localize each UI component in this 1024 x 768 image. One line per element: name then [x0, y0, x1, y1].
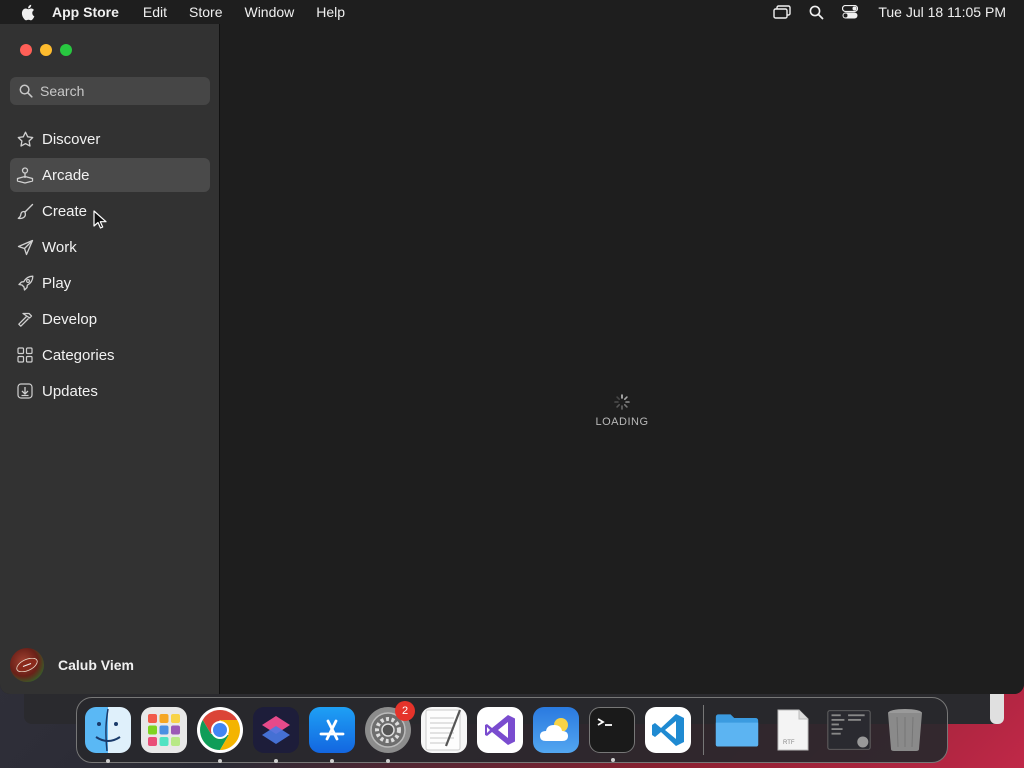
- dock-app-store[interactable]: [309, 707, 355, 763]
- sidebar-item-label: Create: [42, 202, 88, 220]
- window-controls: [20, 44, 80, 56]
- sidebar-item-arcade[interactable]: Arcade: [10, 158, 210, 192]
- maximize-button[interactable]: [60, 44, 72, 56]
- dock: 2 RTF: [76, 697, 948, 763]
- dock-system-settings[interactable]: 2: [365, 701, 415, 763]
- dock-terminal[interactable]: [589, 707, 635, 762]
- terminal-icon: [597, 718, 612, 726]
- apple-menu-icon[interactable]: [18, 3, 36, 21]
- launchpad-icon: [148, 714, 180, 746]
- vscode-icon: [652, 714, 684, 746]
- dock-separator: [703, 705, 704, 755]
- sidebar-item-discover[interactable]: Discover: [10, 122, 210, 156]
- dock-screenshot-stack[interactable]: [826, 707, 872, 753]
- dock-finder[interactable]: [85, 707, 131, 763]
- menu-window[interactable]: Window: [244, 4, 294, 20]
- search-field[interactable]: [10, 77, 210, 105]
- sidebar: Discover Arcade Create Work: [0, 24, 220, 694]
- textedit-icon: [425, 709, 462, 751]
- menu-app-name[interactable]: App Store: [52, 4, 119, 20]
- dock-shortcuts[interactable]: [253, 707, 299, 763]
- dock-textedit[interactable]: [421, 707, 467, 753]
- menu-edit[interactable]: Edit: [143, 4, 167, 20]
- sidebar-item-categories[interactable]: Categories: [10, 338, 210, 372]
- loading-label: LOADING: [595, 416, 649, 428]
- sidebar-item-label: Develop: [42, 310, 98, 328]
- sidebar-item-updates[interactable]: Updates: [10, 374, 210, 408]
- running-indicator: [611, 758, 615, 762]
- running-indicator: [218, 759, 222, 763]
- dock-folder[interactable]: [714, 707, 760, 753]
- sidebar-item-work[interactable]: Work: [10, 230, 210, 264]
- joystick-icon: [16, 166, 34, 184]
- main-content: LOADING: [221, 24, 1024, 694]
- search-icon: [19, 84, 33, 98]
- rocket-icon: [16, 274, 34, 292]
- visual-studio-icon: [485, 715, 515, 745]
- dock-chrome[interactable]: [197, 707, 243, 763]
- screenshot-stack-icon: [827, 710, 871, 750]
- sidebar-item-label: Arcade: [42, 166, 90, 184]
- star-icon: [16, 130, 34, 148]
- sidebar-item-label: Work: [42, 238, 77, 256]
- search-input[interactable]: [40, 83, 200, 99]
- grid-icon: [16, 346, 34, 364]
- dock-rtf-document[interactable]: RTF: [770, 707, 816, 753]
- shortcuts-icon: [262, 716, 290, 744]
- folder-icon: [715, 714, 759, 747]
- user-account[interactable]: Calub Viem: [10, 648, 134, 682]
- user-name: Calub Viem: [58, 657, 134, 673]
- hammer-icon: [16, 310, 34, 328]
- sidebar-item-label: Updates: [42, 382, 98, 400]
- trash-icon: [888, 709, 922, 751]
- background-window-edge: [990, 694, 1004, 724]
- weather-icon: [540, 718, 568, 741]
- finder-icon: [95, 708, 121, 752]
- paper-plane-icon: [16, 238, 34, 256]
- running-indicator: [330, 759, 334, 763]
- avatar: [10, 648, 44, 682]
- sidebar-item-play[interactable]: Play: [10, 266, 210, 300]
- dock-vscode[interactable]: [645, 707, 691, 753]
- running-indicator: [274, 759, 278, 763]
- sidebar-item-label: Categories: [42, 346, 115, 364]
- menu-help[interactable]: Help: [316, 4, 345, 20]
- paintbrush-icon: [16, 202, 34, 220]
- sidebar-item-create[interactable]: Create: [10, 194, 210, 228]
- rtf-label: RTF: [783, 740, 795, 746]
- running-indicator: [386, 759, 390, 763]
- dock-weather[interactable]: [533, 707, 579, 753]
- dock-visual-studio[interactable]: [477, 707, 523, 753]
- menu-clock[interactable]: Tue Jul 18 11:05 PM: [878, 4, 1006, 20]
- control-center-icon[interactable]: [840, 4, 860, 20]
- chrome-icon: [200, 710, 240, 750]
- menu-store[interactable]: Store: [189, 4, 222, 20]
- sidebar-item-label: Discover: [42, 130, 101, 148]
- app-store-icon: [319, 719, 345, 741]
- running-indicator: [106, 759, 110, 763]
- sidebar-item-label: Play: [42, 274, 72, 292]
- menu-bar: App Store Edit Store Window Help Tue Jul…: [0, 0, 1024, 24]
- spotlight-search-icon[interactable]: [806, 4, 826, 20]
- sidebar-item-develop[interactable]: Develop: [10, 302, 210, 336]
- spinner-icon: [614, 394, 630, 410]
- sidebar-nav: Discover Arcade Create Work Play Develop…: [10, 122, 210, 410]
- dock-trash[interactable]: [882, 707, 928, 753]
- download-icon: [16, 382, 34, 400]
- close-button[interactable]: [20, 44, 32, 56]
- app-store-window: Discover Arcade Create Work: [0, 24, 1024, 694]
- loading-indicator: LOADING: [592, 394, 652, 428]
- screen-mirroring-icon[interactable]: [772, 4, 792, 20]
- notification-badge: 2: [395, 701, 415, 721]
- dock-launchpad[interactable]: [141, 707, 187, 753]
- mouse-cursor-icon: [93, 210, 107, 229]
- minimize-button[interactable]: [40, 44, 52, 56]
